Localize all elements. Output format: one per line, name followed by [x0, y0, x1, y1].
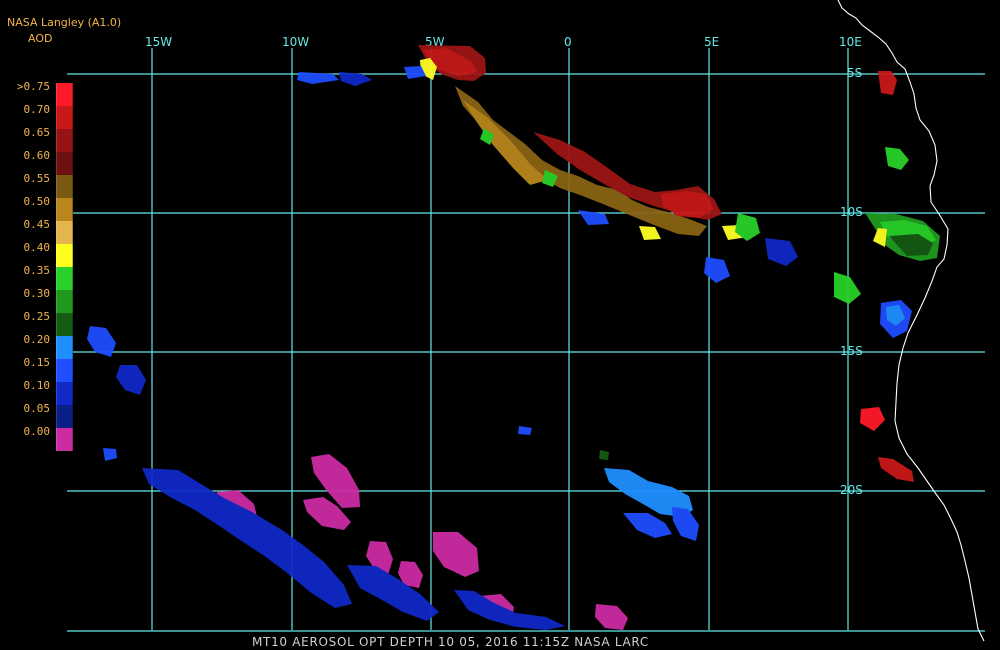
legend-swatch: [56, 244, 73, 267]
legend-label: 0.30: [23, 287, 51, 300]
source-label: NASA Langley (A1.0): [7, 16, 122, 29]
legend-label: 0.50: [23, 195, 51, 208]
longitude-label-15w: 15W: [145, 35, 172, 49]
legend-swatch: [56, 290, 73, 313]
legend-label: 0.35: [23, 264, 51, 277]
legend-swatch: [56, 198, 73, 221]
legend-swatch: [56, 83, 73, 106]
aod-legend: >0.75 0.70 0.65 0.60 0.55 0.50 0.45 0.40 0.35 0.3…: [0, 79, 80, 451]
footer-title: MT10 AEROSOL OPT DEPTH 10 05, 2016 11:15…: [252, 635, 649, 649]
legend-swatch: [56, 152, 73, 175]
aerosol-map: 15W 10W 5W 0 5E 10E 5S 10S 15S 20S: [0, 0, 1000, 650]
legend-label: 0.70: [23, 103, 51, 116]
legend-label: 0.15: [23, 356, 51, 369]
legend-swatch: [56, 129, 73, 152]
product-label: AOD: [28, 32, 53, 45]
latitude-label-15s: 15S: [840, 344, 863, 358]
legend-swatch: [56, 106, 73, 129]
legend-swatch: [56, 267, 73, 290]
legend-swatch: [56, 359, 73, 382]
longitude-label-0: 0: [564, 35, 572, 49]
legend-swatch: [56, 175, 73, 198]
latitude-label-20s: 20S: [840, 483, 863, 497]
legend-label: 0.60: [23, 149, 51, 162]
legend-swatch: [56, 382, 73, 405]
latitude-label-10s: 10S: [840, 205, 863, 219]
longitude-label-10w: 10W: [282, 35, 309, 49]
latitude-label-5s: 5S: [847, 66, 862, 80]
legend-label: 0.20: [23, 333, 51, 346]
legend-label: 0.40: [23, 241, 51, 254]
legend-swatch: [56, 405, 73, 428]
legend-swatch: [56, 428, 73, 451]
legend-label: 0.10: [23, 379, 51, 392]
legend-label: 0.45: [23, 218, 51, 231]
legend-swatch: [56, 221, 73, 244]
legend-label: 0.00: [23, 425, 51, 438]
legend-label: 0.55: [23, 172, 51, 185]
legend-label: 0.25: [23, 310, 51, 323]
longitude-label-10e: 10E: [839, 35, 862, 49]
legend-label: 0.65: [23, 126, 51, 139]
longitude-label-5e: 5E: [704, 35, 719, 49]
legend-label: >0.75: [16, 80, 50, 93]
legend-label: 0.05: [23, 402, 51, 415]
legend-swatch: [56, 336, 73, 359]
legend-swatch: [56, 313, 73, 336]
